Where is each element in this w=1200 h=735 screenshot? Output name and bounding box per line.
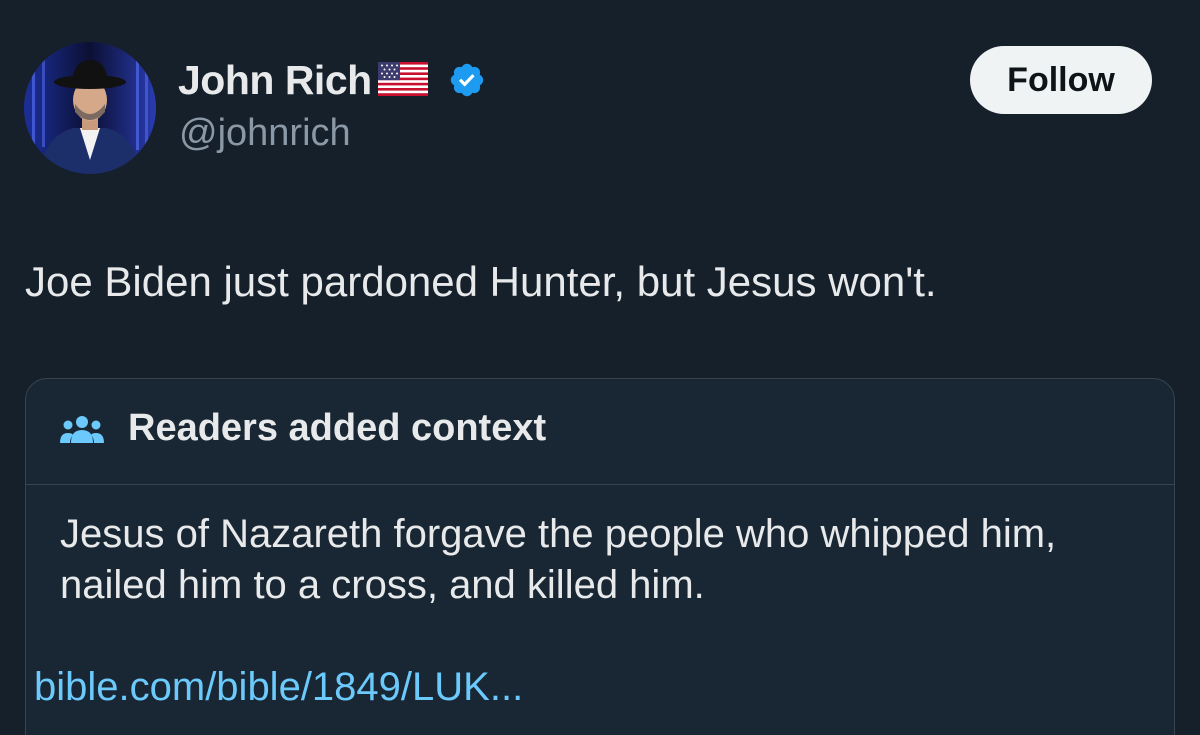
author-handle[interactable]: @johnrich xyxy=(179,112,351,155)
community-note-link[interactable]: bible.com/bible/1849/LUK... xyxy=(34,665,523,710)
community-note-body: Jesus of Nazareth forgave the people who… xyxy=(60,512,1057,607)
tweet-text: Joe Biden just pardoned Hunter, but Jesu… xyxy=(25,258,937,305)
verified-badge-icon[interactable] xyxy=(448,61,486,104)
follow-button[interactable]: Follow xyxy=(970,46,1152,114)
author-display-name[interactable]: John Rich xyxy=(178,57,372,104)
tweet-screenshot: John Rich @johnrich Follow Joe Biden jus… xyxy=(0,0,1200,735)
author-name-row[interactable]: John Rich xyxy=(178,56,486,104)
community-note-header: Readers added context xyxy=(26,379,1174,485)
us-flag-icon xyxy=(377,61,428,101)
avatar[interactable] xyxy=(24,42,156,174)
readers-people-icon xyxy=(59,413,105,454)
community-note-title: Readers added context xyxy=(128,407,547,449)
